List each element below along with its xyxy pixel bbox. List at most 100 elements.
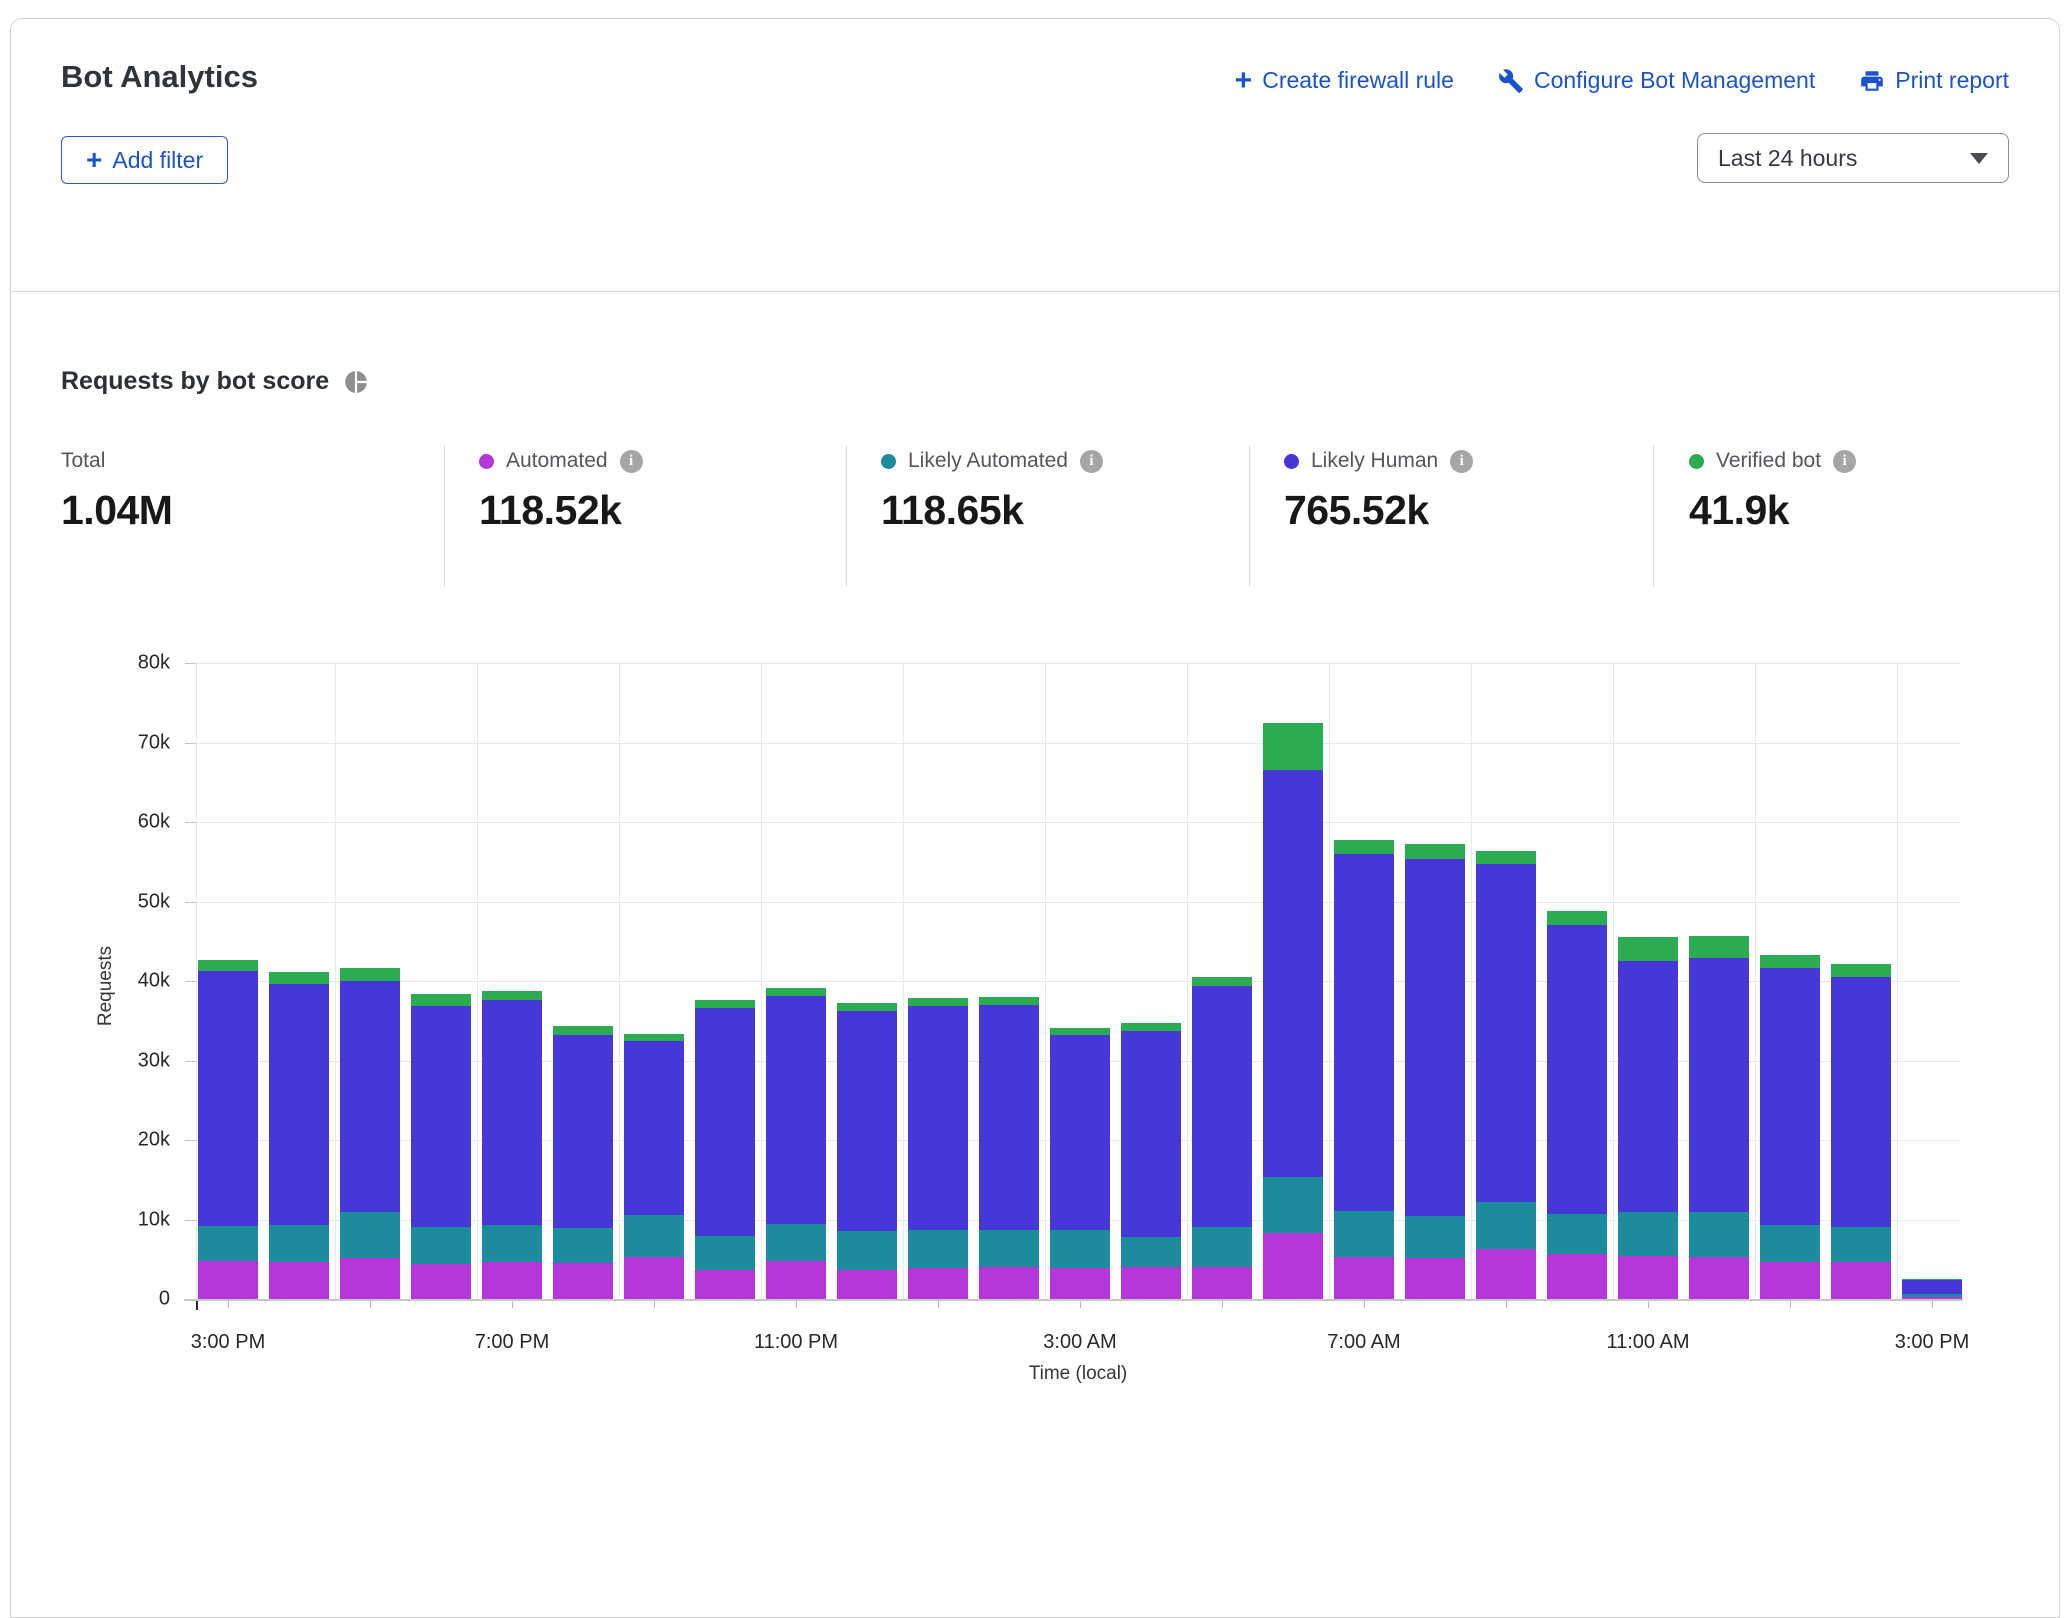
bar-segment-likely-human (1263, 770, 1323, 1176)
bar-segment-verified-bot (411, 994, 471, 1006)
bar-2-00-pm[interactable] (1831, 964, 1891, 1299)
stat-likely-automated-label: Likely Automated (908, 449, 1068, 473)
action-label: Print report (1895, 67, 2009, 94)
bar-1-00-pm[interactable] (1760, 955, 1820, 1299)
bar-segment-likely-human (766, 996, 826, 1224)
gridline-vertical (1755, 663, 1756, 1299)
bar-segment-likely-human (482, 1000, 542, 1225)
bar-segment-likely-human (411, 1006, 471, 1228)
bar-segment-likely-human (1192, 986, 1252, 1228)
likely-automated-dot (881, 454, 896, 469)
bar-5-00-am[interactable] (1192, 977, 1252, 1299)
create-firewall-rule-link[interactable]: +Create firewall rule (1235, 67, 1454, 94)
y-tick-label: 10k (11, 1208, 184, 1231)
y-tick-label: 60k (11, 811, 184, 834)
bar-10-00-am[interactable] (1547, 911, 1607, 1299)
info-icon[interactable]: i (620, 450, 643, 473)
configure-bot-management-link[interactable]: Configure Bot Management (1498, 67, 1815, 94)
bar-segment-likely-automated (411, 1227, 471, 1264)
y-tick-mark (185, 1140, 196, 1141)
bar-segment-likely-automated (1121, 1237, 1181, 1267)
x-tick-mark (1648, 1301, 1649, 1308)
bar-segment-likely-human (979, 1005, 1039, 1230)
bar-7-00-pm[interactable] (482, 991, 542, 1299)
y-tick-mark (185, 1220, 196, 1221)
gridline-vertical (1471, 663, 1472, 1299)
bar-8-00-am[interactable] (1405, 844, 1465, 1300)
bar-segment-automated (624, 1257, 684, 1299)
bar-segment-likely-human (1476, 864, 1536, 1202)
x-tick-mark (1080, 1301, 1081, 1308)
bar-4-00-pm[interactable] (269, 972, 329, 1299)
bar-segment-automated (1121, 1267, 1181, 1299)
x-tick-mark (228, 1301, 229, 1308)
x-tick-mark (796, 1301, 797, 1308)
automated-dot (479, 454, 494, 469)
info-icon[interactable]: i (1833, 450, 1856, 473)
bar-segment-verified-bot (269, 972, 329, 984)
bar-segment-likely-automated (1689, 1212, 1749, 1257)
bar-segment-likely-human (624, 1041, 684, 1215)
info-icon[interactable]: i (1080, 450, 1103, 473)
bar-segment-likely-automated (269, 1225, 329, 1262)
bar-3-00-am[interactable] (1050, 1028, 1110, 1299)
y-tick-mark (185, 663, 196, 664)
add-filter-button[interactable]: + Add filter (61, 136, 228, 184)
x-tick-label: 7:00 AM (1304, 1331, 1424, 1354)
gridline-vertical (477, 663, 478, 1299)
y-tick-label: 70k (11, 731, 184, 754)
bot-analytics-card: Bot Analytics +Create firewall ruleConfi… (10, 18, 2060, 1618)
bar-segment-likely-human (1121, 1031, 1181, 1237)
bar-segment-automated (1050, 1268, 1110, 1299)
bar-12-00-pm[interactable] (1689, 936, 1749, 1299)
bar-segment-automated (1476, 1249, 1536, 1299)
add-filter-label: Add filter (112, 147, 203, 174)
x-tick-mark (1790, 1301, 1791, 1308)
bar-segment-automated (198, 1261, 258, 1299)
bar-8-00-pm[interactable] (553, 1026, 613, 1299)
stat-likely-automated: Likely Automated i 118.65k (881, 449, 1103, 534)
time-range-value: Last 24 hours (1718, 145, 1857, 172)
gridline-horizontal (196, 822, 1961, 823)
bar-segment-likely-human (1618, 961, 1678, 1212)
y-tick-label: 50k (11, 890, 184, 913)
bar-6-00-am[interactable] (1263, 723, 1323, 1299)
bar-segment-automated (766, 1261, 826, 1299)
bar-11-00-am[interactable] (1618, 937, 1678, 1299)
bar-segment-likely-automated (908, 1230, 968, 1268)
bar-9-00-pm[interactable] (624, 1034, 684, 1299)
bar-10-00-pm[interactable] (695, 1000, 755, 1299)
bar-segment-verified-bot (1050, 1028, 1110, 1035)
y-tick-label: 40k (11, 970, 184, 993)
bar-segment-likely-human (198, 971, 258, 1226)
gridline-vertical (1613, 663, 1614, 1299)
bar-12-00-am[interactable] (837, 1003, 897, 1299)
bar-7-00-am[interactable] (1334, 840, 1394, 1299)
bar-segment-likely-human (1050, 1035, 1110, 1230)
bar-11-00-pm[interactable] (766, 988, 826, 1299)
printer-icon (1859, 68, 1885, 94)
x-tick-label: 7:00 PM (452, 1331, 572, 1354)
bar-1-00-am[interactable] (908, 998, 968, 1299)
info-icon[interactable]: i (1450, 450, 1473, 473)
y-tick-mark (185, 822, 196, 823)
bar-segment-automated (1334, 1257, 1394, 1299)
bar-segment-likely-human (1689, 958, 1749, 1212)
bar-5-00-pm[interactable] (340, 968, 400, 1299)
bar-segment-verified-bot (1689, 936, 1749, 958)
bar-segment-likely-human (1760, 968, 1820, 1225)
stat-likely-human-value: 765.52k (1284, 487, 1473, 534)
time-range-select[interactable]: Last 24 hours (1697, 133, 2009, 183)
bar-9-00-am[interactable] (1476, 851, 1536, 1299)
bar-4-00-am[interactable] (1121, 1023, 1181, 1299)
y-tick-mark (185, 1299, 196, 1300)
action-label: Configure Bot Management (1534, 67, 1815, 94)
print-report-link[interactable]: Print report (1859, 67, 2009, 94)
bar-6-00-pm[interactable] (411, 994, 471, 1299)
bar-2-00-am[interactable] (979, 997, 1039, 1299)
bar-3-00-pm[interactable] (1902, 1279, 1962, 1299)
x-tick-mark (1222, 1301, 1223, 1308)
bar-segment-likely-automated (1760, 1225, 1820, 1262)
bar-3-00-pm[interactable] (198, 960, 258, 1299)
bar-segment-likely-automated (1334, 1211, 1394, 1257)
